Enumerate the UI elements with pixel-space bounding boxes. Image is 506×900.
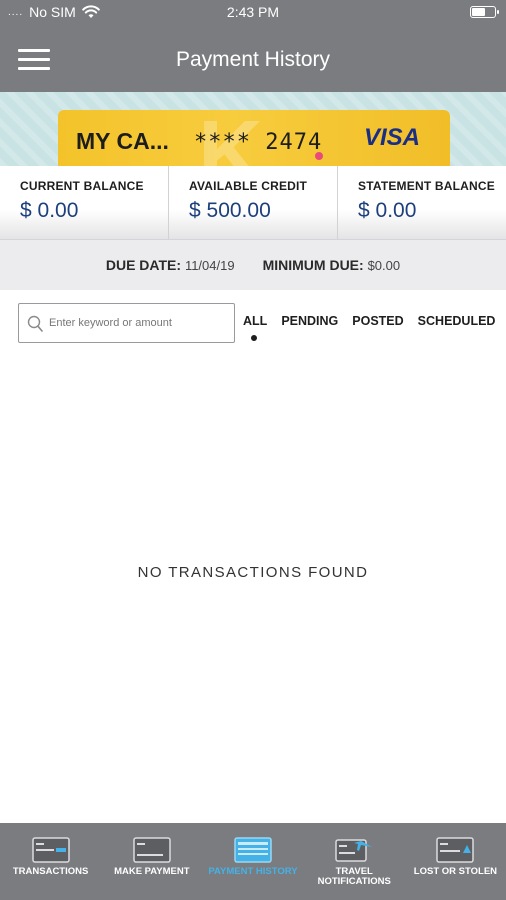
nav-bar: Payment History bbox=[0, 24, 506, 92]
tab-transactions[interactable]: TRANSACTIONS bbox=[0, 823, 101, 900]
tab-label: LOST OR STOLEN bbox=[413, 866, 498, 877]
battery-icon bbox=[470, 6, 499, 18]
balance-summary: CURRENT BALANCE $ 0.00 AVAILABLE CREDIT … bbox=[0, 166, 506, 240]
tab-label: PAYMENT HISTORY bbox=[208, 866, 298, 877]
available-credit: AVAILABLE CREDIT $ 500.00 bbox=[168, 166, 337, 239]
status-time: 2:43 PM bbox=[226, 4, 280, 20]
bottom-tab-bar: TRANSACTIONS MAKE PAYMENT PAYMENT HISTOR… bbox=[0, 823, 506, 900]
balance-value: $ 0.00 bbox=[20, 199, 79, 222]
due-info-bar: DUE DATE: 11/04/19 MINIMUM DUE: $0.00 bbox=[0, 240, 506, 290]
tab-label: TRAVEL NOTIFICATIONS bbox=[317, 866, 391, 887]
tab-label: MAKE PAYMENT bbox=[114, 866, 190, 877]
due-date: DUE DATE: 11/04/19 bbox=[106, 257, 235, 273]
tab-scheduled[interactable]: SCHEDULED bbox=[418, 314, 496, 328]
minimum-due-value: $0.00 bbox=[367, 258, 401, 273]
status-bar: .... No SIM 2:43 PM bbox=[0, 0, 506, 24]
balance-label: CURRENT BALANCE bbox=[20, 179, 144, 193]
payment-card-icon bbox=[133, 837, 171, 863]
lost-card-icon bbox=[436, 837, 475, 863]
balance-label: AVAILABLE CREDIT bbox=[189, 179, 308, 193]
tab-pending[interactable]: PENDING bbox=[281, 314, 338, 328]
minimum-due-label: MINIMUM DUE: bbox=[262, 257, 364, 273]
payment-history-icon bbox=[234, 837, 272, 863]
balance-label: STATEMENT BALANCE bbox=[358, 179, 495, 193]
tab-posted[interactable]: POSTED bbox=[352, 314, 403, 328]
card-number: **** 2474 bbox=[194, 130, 323, 155]
search-icon bbox=[27, 315, 43, 332]
statement-balance: STATEMENT BALANCE $ 0.00 bbox=[337, 166, 506, 239]
minimum-due: MINIMUM DUE: $0.00 bbox=[263, 257, 401, 273]
filter-tabs: ALL PENDING POSTED SCHEDULED bbox=[243, 314, 506, 341]
battery-level bbox=[472, 8, 486, 16]
card-decoration bbox=[315, 152, 323, 160]
card-brand-logo: VISA bbox=[364, 124, 421, 151]
tab-lost-or-stolen[interactable]: LOST OR STOLEN bbox=[405, 823, 506, 900]
current-balance: CURRENT BALANCE $ 0.00 bbox=[0, 166, 168, 239]
balance-value: $ 500.00 bbox=[189, 199, 271, 222]
card-icon bbox=[31, 837, 70, 863]
credit-card-image: K MY CA... **** 2474 VISA bbox=[58, 110, 450, 166]
due-date-value: 11/04/19 bbox=[184, 258, 235, 273]
balance-value: $ 0.00 bbox=[358, 199, 417, 222]
tab-label: TRANSACTIONS bbox=[12, 866, 89, 877]
card-banner[interactable]: K MY CA... **** 2474 VISA bbox=[0, 92, 506, 166]
tab-make-payment[interactable]: MAKE PAYMENT bbox=[101, 823, 202, 900]
app-screen: .... No SIM 2:43 PM Payment History K MY… bbox=[0, 0, 506, 900]
tab-payment-history[interactable]: PAYMENT HISTORY bbox=[202, 823, 303, 900]
page-title: Payment History bbox=[175, 48, 331, 71]
airplane-card-icon bbox=[335, 839, 373, 862]
empty-state-message: NO TRANSACTIONS FOUND bbox=[137, 564, 369, 581]
tab-travel-notifications[interactable]: TRAVEL NOTIFICATIONS bbox=[304, 823, 405, 900]
search-placeholder: Enter keyword or amount bbox=[49, 317, 172, 329]
tab-all[interactable]: ALL bbox=[243, 314, 267, 341]
search-input[interactable]: Enter keyword or amount bbox=[18, 303, 235, 343]
due-date-label: DUE DATE: bbox=[105, 257, 182, 273]
card-name: MY CA... bbox=[76, 128, 169, 154]
